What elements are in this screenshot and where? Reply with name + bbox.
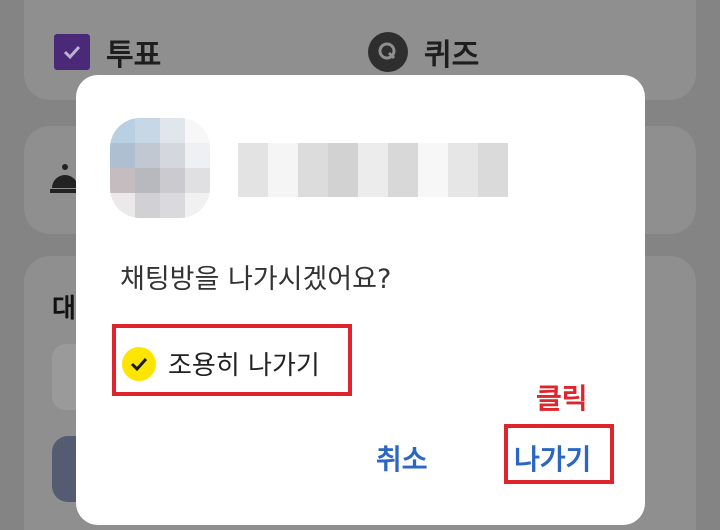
leave-button[interactable]: 나가기 [514,438,591,478]
quiet-leave-label: 조용히 나가기 [168,351,320,381]
cancel-button[interactable]: 취소 [376,438,428,478]
quiz-label: 퀴즈 [424,38,480,73]
quiz-menu-item[interactable]: 퀴즈 [368,30,479,74]
quiz-icon [368,32,408,72]
leave-chat-dialog: 채팅방을 나가시겠어요? 조용히 나가기 클릭 취소 나가기 [76,75,645,525]
dialog-question: 채팅방을 나가시겠어요? [120,264,392,295]
vote-menu-item[interactable]: 투표 [54,30,161,74]
vote-icon [54,34,90,70]
section-heading: 대 [52,294,76,324]
check-icon [122,346,156,381]
chat-room-name-blurred [238,143,508,197]
quiet-leave-checkbox[interactable]: 조용히 나가기 [122,345,320,382]
vote-label: 투표 [106,38,162,73]
avatar [110,118,210,218]
click-annotation: 클릭 [536,382,588,415]
